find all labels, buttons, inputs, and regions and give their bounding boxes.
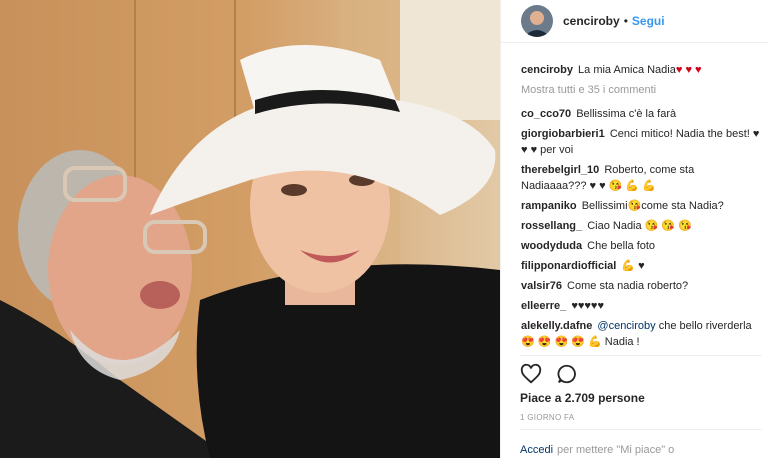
- view-all-comments-link[interactable]: Mostra tutti e 35 i commenti: [521, 82, 761, 98]
- list-item: alekelly.dafne @cenciroby che bello rive…: [521, 318, 761, 350]
- list-item: woodyduda Che bella foto: [521, 238, 761, 254]
- post-date: 1 GIORNO FA: [520, 413, 575, 422]
- caption-text: La mia Amica Nadia: [578, 64, 676, 76]
- post-photo[interactable]: [0, 0, 500, 458]
- caption-username[interactable]: cenciroby: [521, 64, 573, 76]
- login-prompt: Accedi per mettere "Mi piace" o: [520, 429, 762, 456]
- header-separator: •: [623, 14, 628, 28]
- login-text: per mettere "Mi piace" o: [557, 444, 675, 456]
- list-item: giorgiobarbieri1 Cenci mitico! Nadia the…: [521, 126, 761, 158]
- list-item: co_cco70 Bellissima c'è la farà: [521, 106, 761, 122]
- comment-username[interactable]: therebelgirl_10: [521, 164, 599, 176]
- post-header: cenciroby • Segui: [501, 0, 768, 43]
- comments-list[interactable]: cenciroby La mia Amica Nadia♥ ♥ ♥ Mostra…: [521, 62, 761, 358]
- comment-text: 💪 ♥: [621, 260, 645, 272]
- list-item: filipponardiofficial 💪 ♥: [521, 258, 761, 274]
- comment-username[interactable]: rampaniko: [521, 200, 577, 212]
- avatar-image: [521, 5, 553, 37]
- comment-text: Che bella foto: [587, 240, 656, 252]
- caption: cenciroby La mia Amica Nadia♥ ♥ ♥: [521, 62, 761, 78]
- comment-text: Bellissimi😘come sta Nadia?: [581, 200, 724, 212]
- comment-username[interactable]: alekelly.dafne: [521, 320, 592, 332]
- avatar[interactable]: [521, 5, 553, 37]
- list-item: therebelgirl_10 Roberto, come sta Nadiaa…: [521, 162, 761, 194]
- list-item: valsir76 Come sta nadia roberto?: [521, 278, 761, 294]
- comment-username[interactable]: woodyduda: [521, 240, 582, 252]
- comment-username[interactable]: elleerre_: [521, 300, 566, 312]
- comment-text: Come sta nadia roberto?: [567, 280, 689, 292]
- caption-emojis: ♥ ♥ ♥: [675, 64, 702, 76]
- follow-button[interactable]: Segui: [632, 14, 665, 28]
- speech-bubble-icon[interactable]: [556, 363, 578, 385]
- likes-count[interactable]: Piace a 2.709 persone: [520, 391, 645, 405]
- header-username[interactable]: cenciroby: [563, 14, 620, 28]
- divider: [520, 355, 762, 356]
- comment-text: ♥♥♥♥♥: [571, 300, 604, 312]
- comment-username[interactable]: valsir76: [521, 280, 562, 292]
- comment-username[interactable]: giorgiobarbieri1: [521, 128, 605, 140]
- post-side-panel: cenciroby • Segui cenciroby La mia Amica…: [500, 0, 768, 458]
- list-item: rampaniko Bellissimi😘come sta Nadia?: [521, 198, 761, 214]
- instagram-post: cenciroby • Segui cenciroby La mia Amica…: [0, 0, 768, 458]
- heart-outline-icon[interactable]: [520, 363, 542, 385]
- comment-text: Bellissima c'è la farà: [576, 108, 677, 120]
- comment-username[interactable]: co_cco70: [521, 108, 571, 120]
- comment-text: Ciao Nadia 😘 😘 😘: [587, 220, 692, 232]
- login-link[interactable]: Accedi: [520, 444, 553, 456]
- list-item: elleerre_ ♥♥♥♥♥: [521, 298, 761, 314]
- list-item: rossellang_ Ciao Nadia 😘 😘 😘: [521, 218, 761, 234]
- selfie-image: [0, 0, 500, 458]
- comment-username[interactable]: rossellang_: [521, 220, 582, 232]
- comment-mention[interactable]: @cenciroby: [597, 320, 655, 332]
- comment-username[interactable]: filipponardiofficial: [521, 260, 616, 272]
- post-actions: [520, 362, 592, 386]
